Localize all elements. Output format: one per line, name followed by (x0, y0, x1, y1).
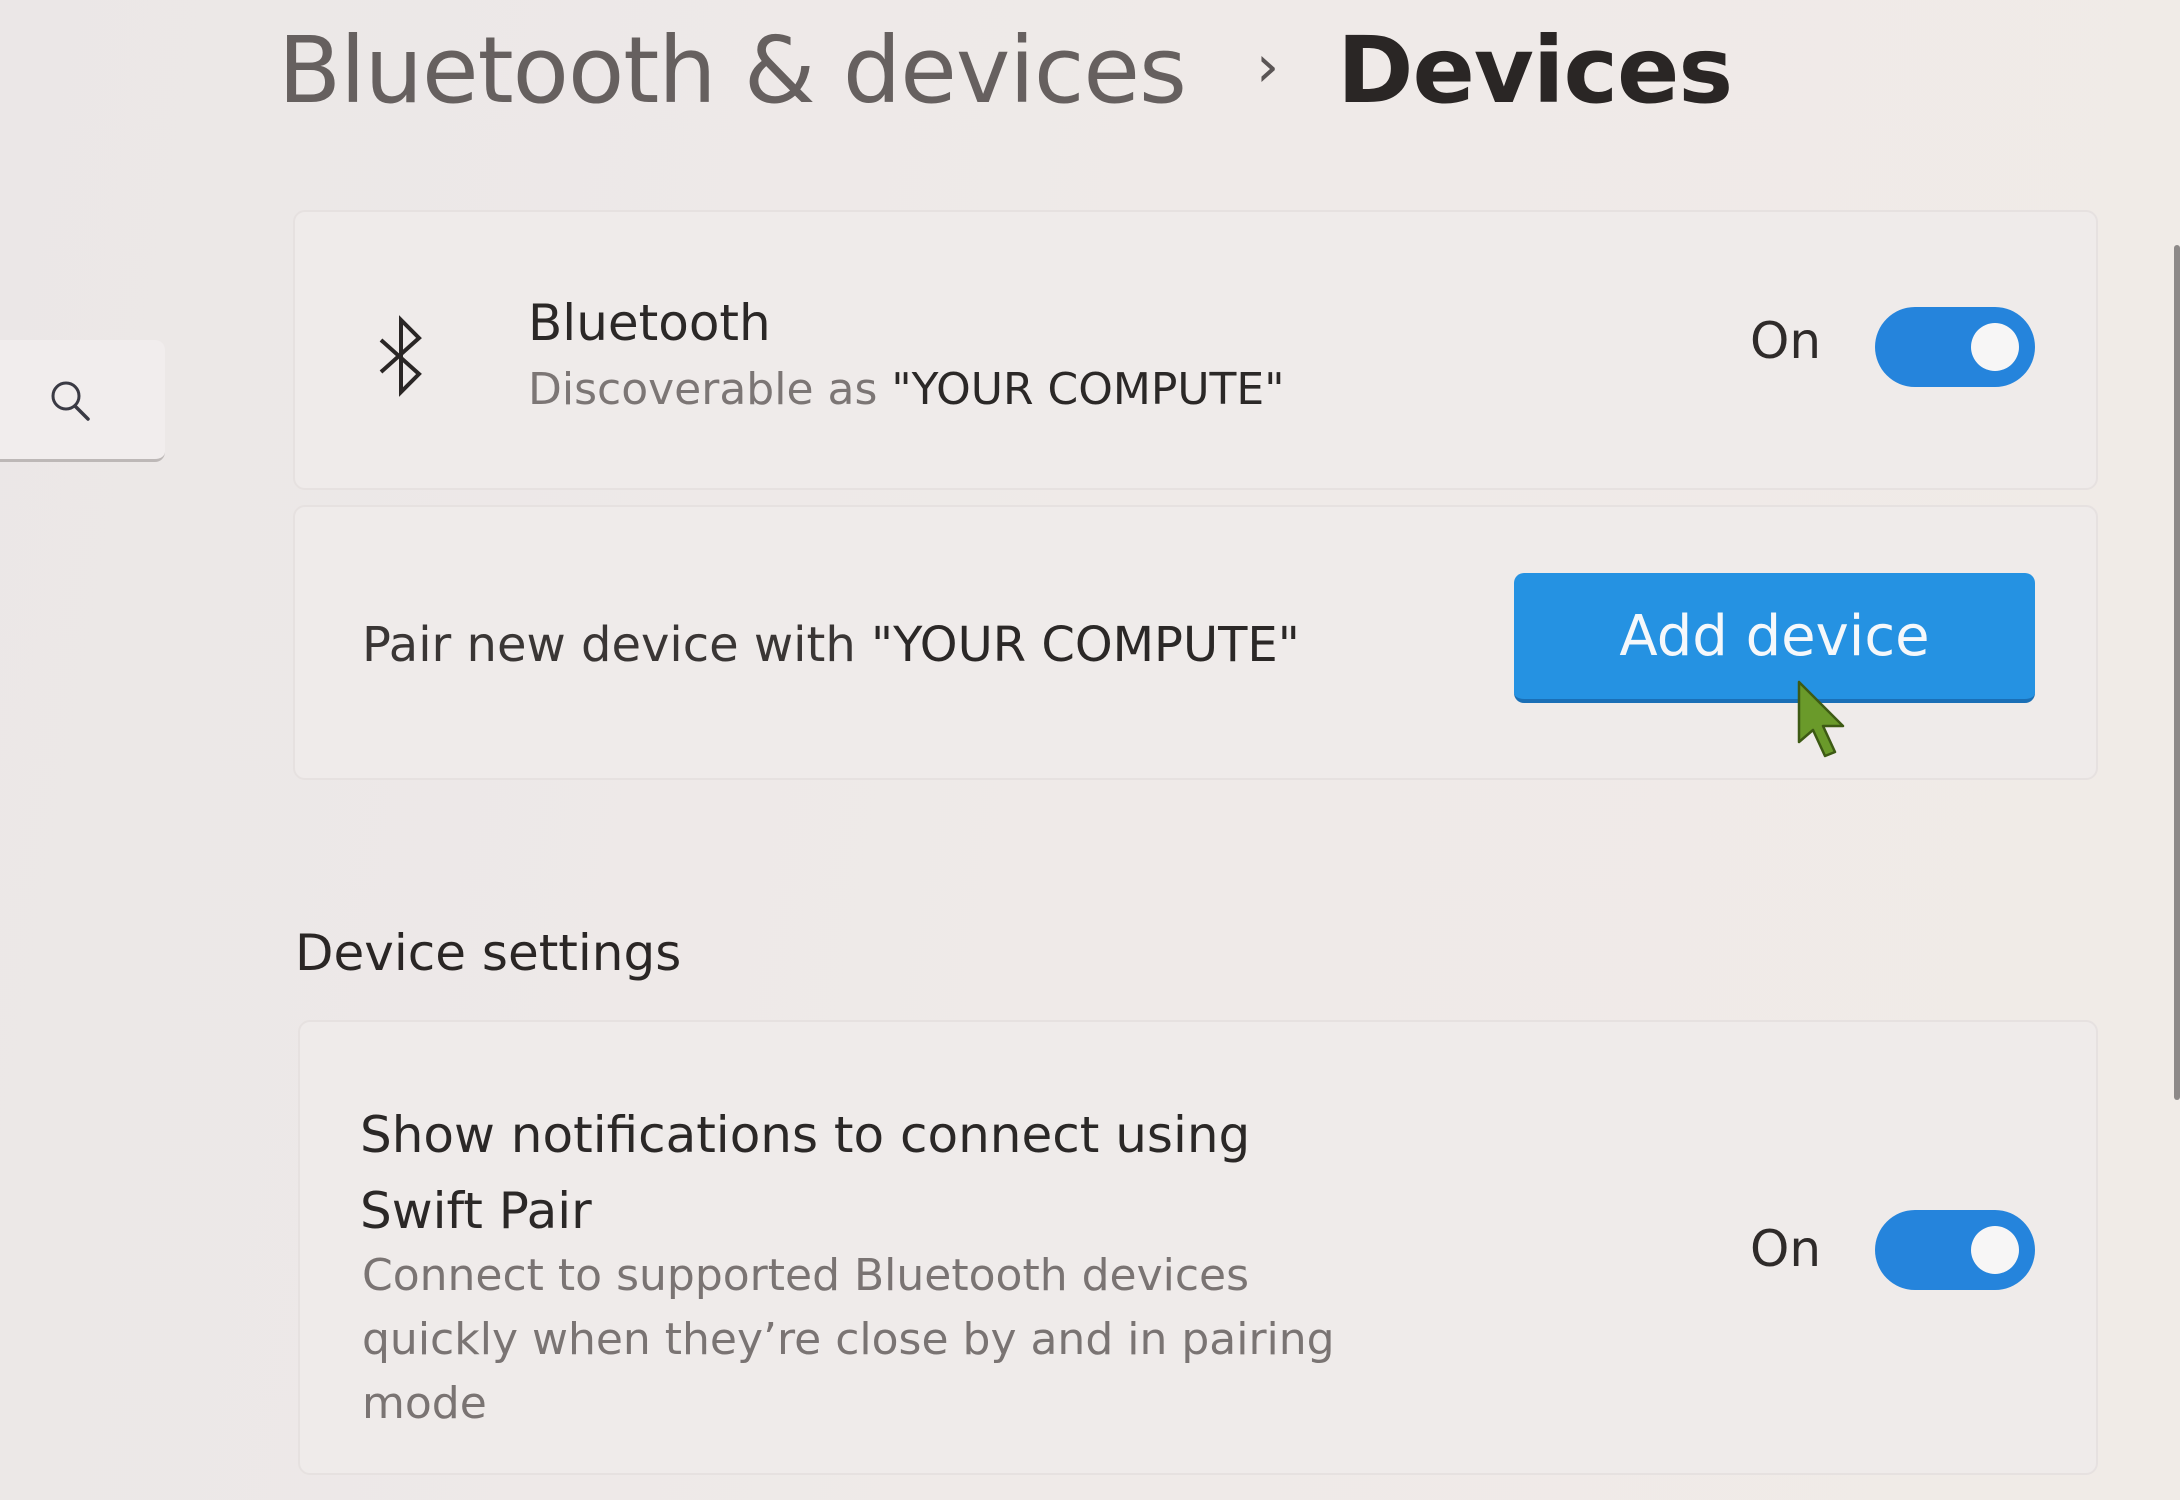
bluetooth-subtitle: Discoverable as "YOUR COMPUTE" (528, 364, 1284, 415)
bluetooth-toggle[interactable] (1875, 307, 2035, 387)
discoverable-label: Discoverable as (528, 364, 892, 415)
sidebar-item[interactable] (0, 700, 170, 870)
mouse-cursor-icon (1797, 680, 1845, 758)
toggle-knob (1971, 1226, 2019, 1274)
bluetooth-icon (379, 315, 422, 397)
page-title: Devices (1337, 16, 1733, 124)
bluetooth-toggle-label: On (1750, 312, 1822, 370)
toggle-knob (1971, 323, 2019, 371)
search-icon (51, 381, 90, 421)
breadcrumb: Bluetooth & devices › Devices (278, 0, 1733, 140)
add-device-button[interactable]: Add device (1514, 573, 2035, 703)
swift-pair-title: Show notifications to connect using Swif… (360, 1106, 1251, 1240)
swift-pair-card: Show notifications to connect using Swif… (298, 1020, 2098, 1475)
swift-pair-toggle-label: On (1750, 1220, 1822, 1278)
device-name: "YOUR COMPUTE" (891, 364, 1285, 415)
search-box[interactable] (0, 340, 165, 462)
breadcrumb-parent[interactable]: Bluetooth & devices (278, 17, 1187, 124)
bluetooth-title: Bluetooth (528, 294, 771, 352)
section-heading: Device settings (295, 924, 682, 982)
scrollbar[interactable] (2174, 245, 2180, 1100)
pair-device-text: Pair new device with "YOUR COMPUTE" (362, 617, 1300, 673)
swift-pair-description: Connect to supported Bluetooth devices q… (362, 1250, 1335, 1429)
pair-label: Pair new device with (362, 617, 872, 673)
swift-pair-toggle[interactable] (1875, 1210, 2035, 1290)
chevron-right-icon: › (1255, 32, 1280, 100)
bluetooth-card: Bluetooth Discoverable as "YOUR COMPUTE"… (293, 210, 2098, 490)
device-name: "YOUR COMPUTE" (871, 617, 1300, 673)
